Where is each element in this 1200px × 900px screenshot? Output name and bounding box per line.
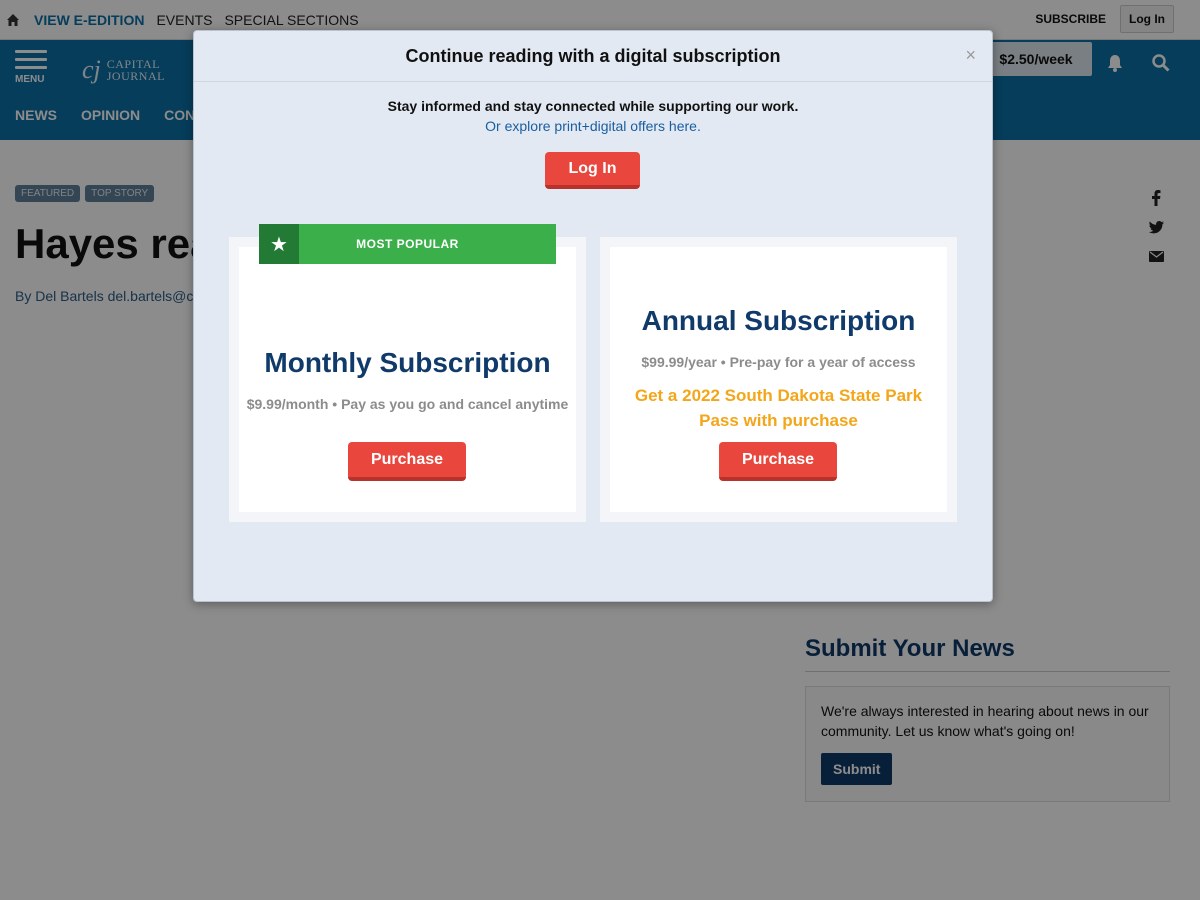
annual-plan-promo: Get a 2022 South Dakota State Park Pass … xyxy=(634,386,923,430)
star-icon: ★ xyxy=(259,224,299,264)
monthly-plan-price: $9.99/month • Pay as you go and cancel a… xyxy=(246,396,569,412)
monthly-plan-card: Monthly Subscription $9.99/month • Pay a… xyxy=(229,237,586,522)
modal-title: Continue reading with a digital subscrip… xyxy=(405,45,781,66)
close-icon[interactable]: × xyxy=(965,45,976,66)
subscription-modal: Continue reading with a digital subscrip… xyxy=(193,30,993,602)
most-popular-banner: ★ MOST POPULAR xyxy=(259,224,556,264)
annual-plan-title: Annual Subscription xyxy=(641,305,916,336)
explore-offers-link[interactable]: Or explore print+digital offers here. xyxy=(194,118,992,134)
monthly-purchase-button[interactable]: Purchase xyxy=(348,442,466,481)
annual-plan-price: $99.99/year • Pre-pay for a year of acce… xyxy=(641,354,916,370)
modal-login-button[interactable]: Log In xyxy=(545,152,640,189)
monthly-plan-inner: Monthly Subscription $9.99/month • Pay a… xyxy=(239,247,576,512)
annual-purchase-button[interactable]: Purchase xyxy=(719,442,837,481)
most-popular-label: MOST POPULAR xyxy=(356,237,459,251)
modal-header: Continue reading with a digital subscrip… xyxy=(194,31,992,82)
annual-plan-inner: Annual Subscription $99.99/year • Pre-pa… xyxy=(610,247,947,512)
monthly-plan-title: Monthly Subscription xyxy=(264,347,551,378)
annual-plan-card: Annual Subscription $99.99/year • Pre-pa… xyxy=(600,237,957,522)
modal-lead-text: Stay informed and stay connected while s… xyxy=(387,98,799,114)
